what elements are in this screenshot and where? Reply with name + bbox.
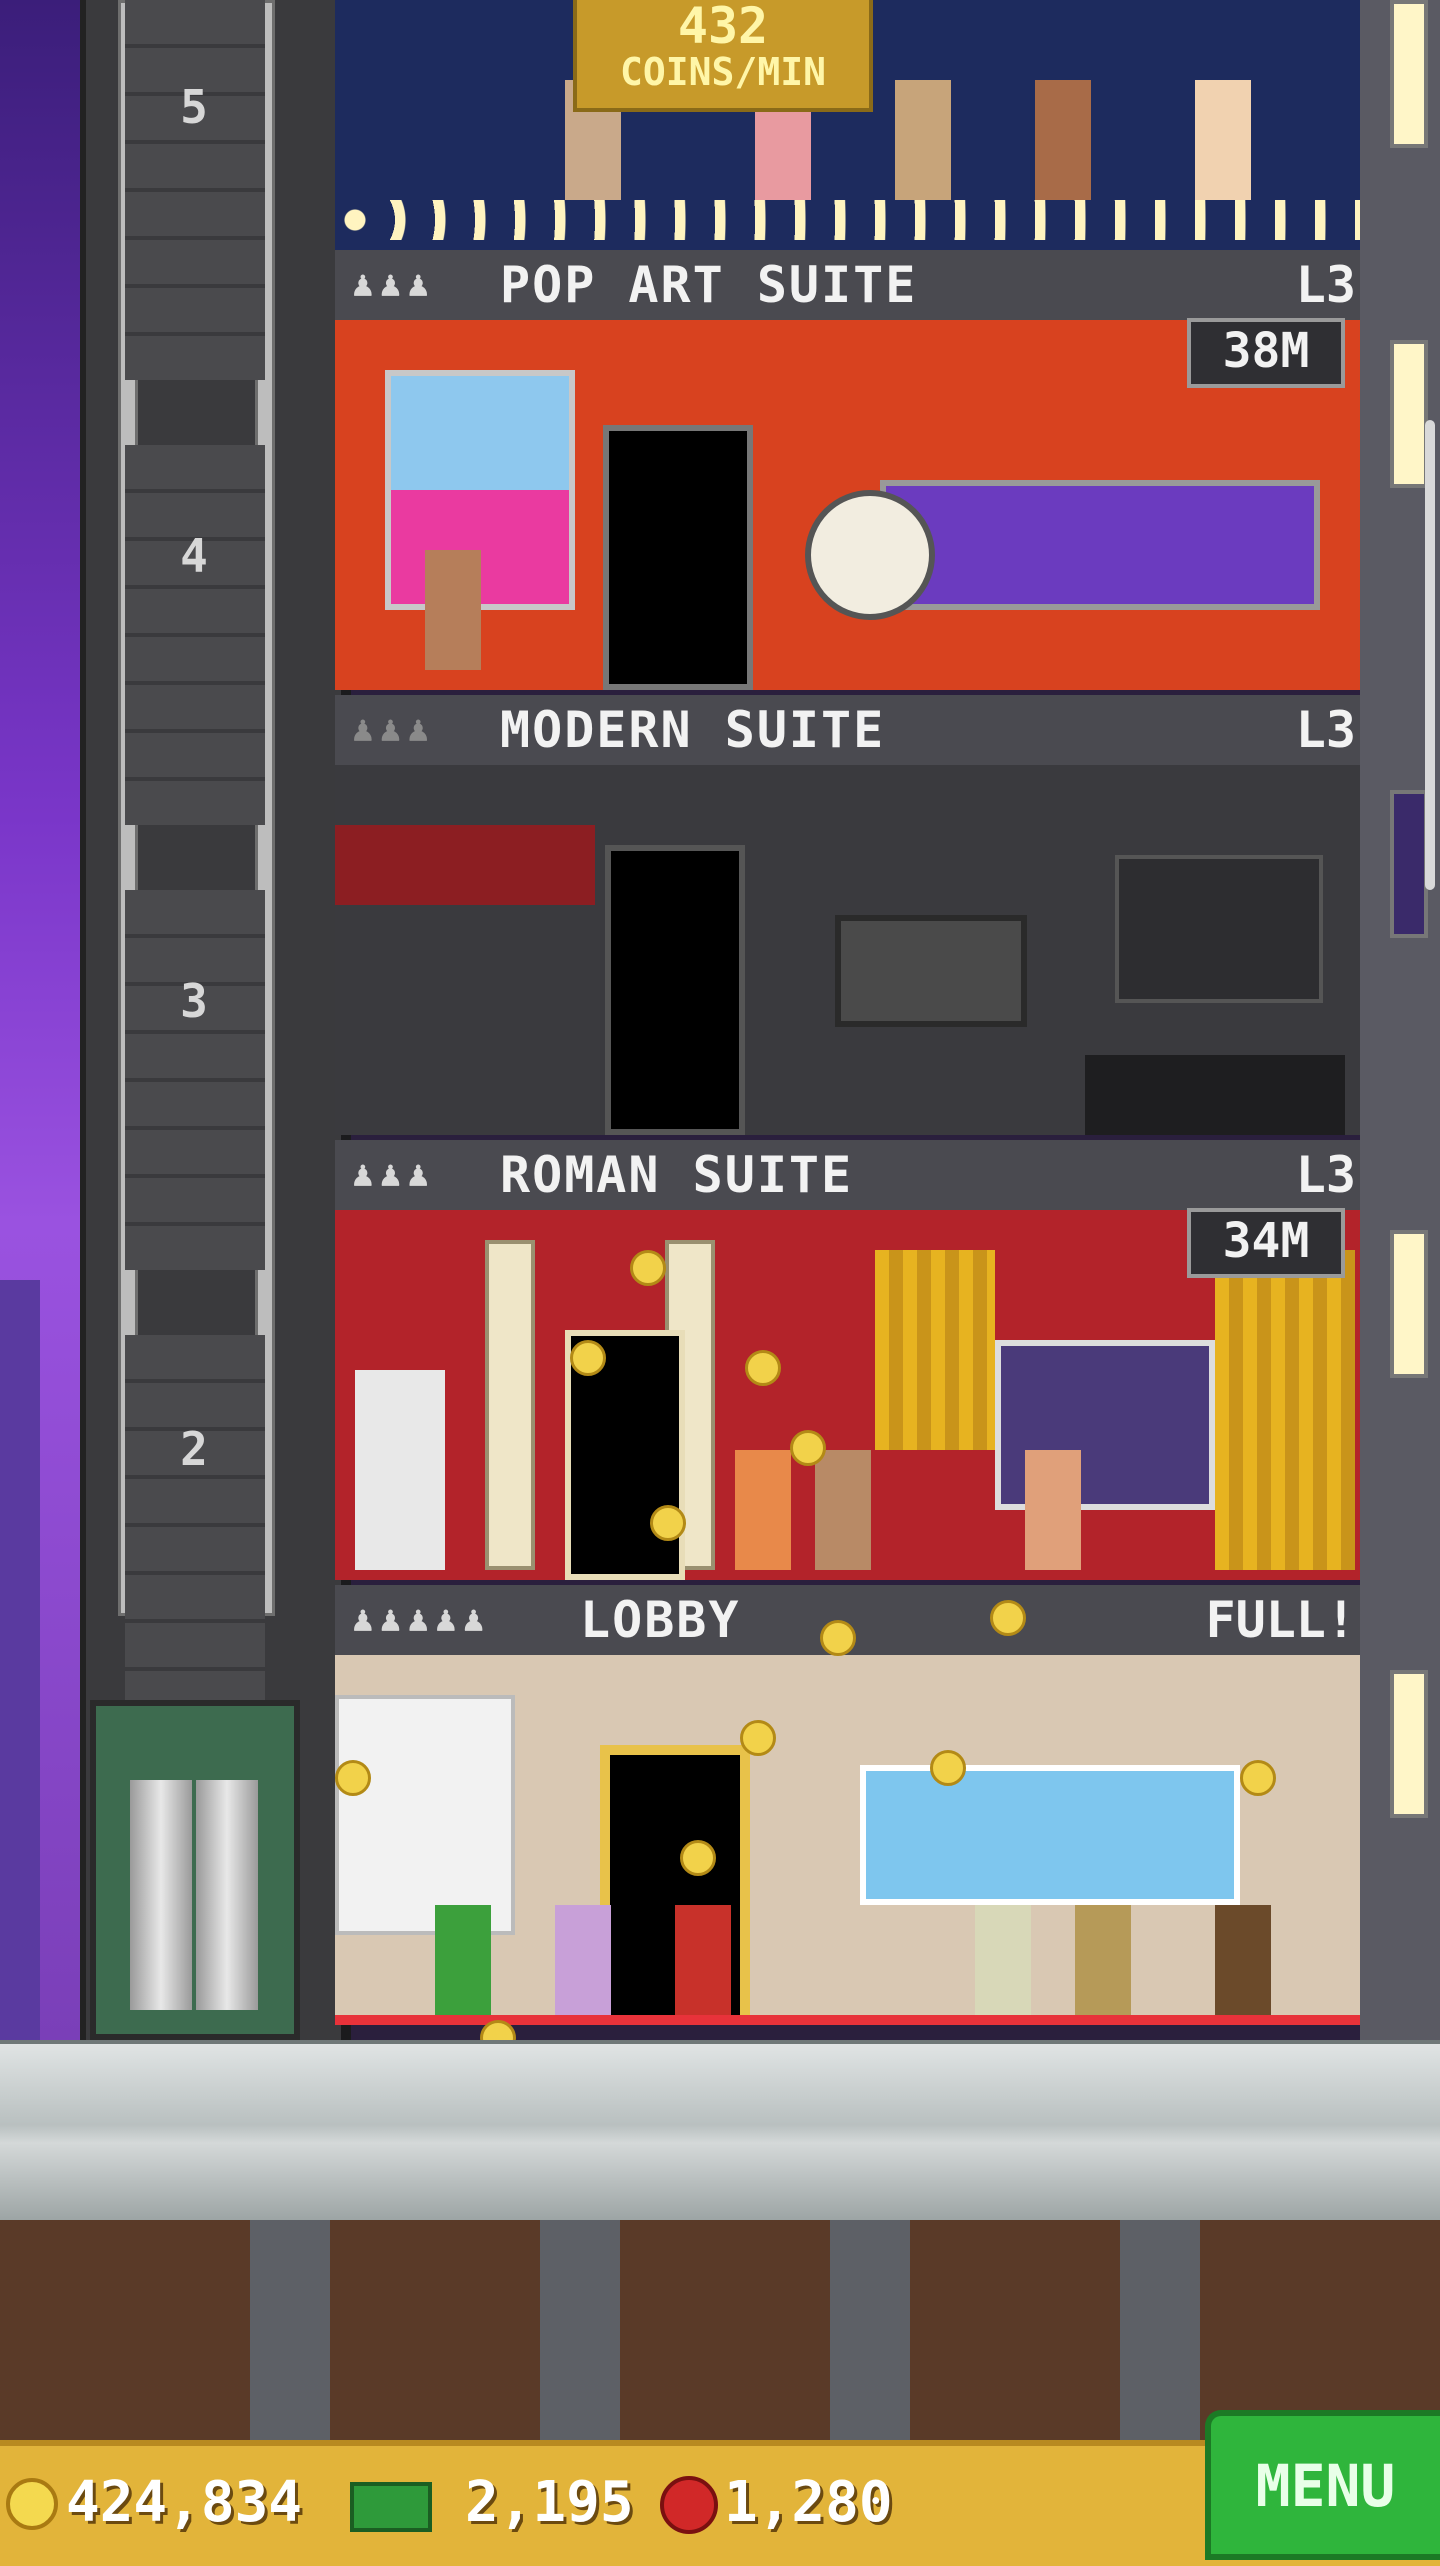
aquarium: [860, 1765, 1240, 1905]
floor-level: L3: [1295, 701, 1356, 759]
red-wall-panel: [335, 825, 595, 905]
floor-name: ROMAN SUITE: [500, 1146, 854, 1204]
bitizen[interactable]: [1215, 1905, 1271, 2025]
purple-sofa: [880, 480, 1320, 610]
gem-icon: [660, 2476, 718, 2534]
coin-icon[interactable]: [820, 1620, 856, 1656]
bitizen[interactable]: [1075, 1905, 1131, 2025]
gold-curtain: [1215, 1250, 1355, 1570]
marble-statue: [355, 1370, 445, 1570]
person-icon: ♟♟♟: [352, 709, 436, 750]
coins-rate-value: 432: [677, 0, 769, 55]
shaft-floor-number: 4: [180, 529, 208, 583]
bitizen[interactable]: [735, 1450, 791, 1570]
window-light: [1390, 0, 1428, 148]
shaft-floor-number: 2: [180, 1422, 208, 1476]
coins-count[interactable]: 424,834: [66, 2458, 302, 2548]
coin-icon[interactable]: [745, 1350, 781, 1386]
elevator-car[interactable]: [90, 1700, 300, 2040]
gold-curtain: [875, 1250, 995, 1450]
elevator-door-left: [130, 1780, 192, 2010]
coin-icon[interactable]: [990, 1600, 1026, 1636]
bitizen[interactable]: [895, 80, 951, 200]
bux-count[interactable]: 2,195: [465, 2458, 634, 2548]
scroll-indicator[interactable]: [1425, 420, 1435, 890]
floor-name: MODERN SUITE: [500, 701, 886, 759]
basement-pillar: [540, 2220, 620, 2440]
bitizen[interactable]: [1035, 80, 1091, 200]
egg-chair: [805, 490, 935, 620]
coin-icon[interactable]: [930, 1750, 966, 1786]
tv-screen: [835, 915, 1027, 1027]
coin-icon[interactable]: [570, 1340, 606, 1376]
floor-level: L3: [1295, 256, 1356, 314]
coin-icon[interactable]: [740, 1720, 776, 1756]
city-skyline: [0, 1280, 40, 2040]
coin-icon: [6, 2478, 58, 2530]
coin-icon[interactable]: [680, 1840, 716, 1876]
floor-level: L3: [1295, 1146, 1356, 1204]
bitizen[interactable]: [815, 1450, 871, 1570]
elevator-door-right: [196, 1780, 258, 2010]
lobby-room[interactable]: [335, 1655, 1360, 2025]
marquee-lights: [335, 200, 1360, 240]
stock-tag: 34M: [1187, 1208, 1345, 1278]
shaft-floor-number: 5: [180, 80, 208, 134]
bed: [1085, 1055, 1345, 1135]
menu-button[interactable]: MENU: [1205, 2410, 1440, 2560]
modern-suite-room[interactable]: [335, 765, 1360, 1135]
floor-name: LOBBY: [580, 1591, 741, 1649]
ground-slab: [0, 2040, 1440, 2224]
floor-name: POP ART SUITE: [500, 256, 918, 314]
bitizen[interactable]: [555, 1905, 611, 2025]
shaft-panel: [125, 0, 265, 380]
bitizen[interactable]: [975, 1905, 1031, 2025]
doorway: [603, 425, 753, 690]
basement-pillar: [830, 2220, 910, 2440]
bookshelf: [1115, 855, 1323, 1003]
shaft-panel: [125, 445, 265, 825]
coin-icon[interactable]: [1240, 1760, 1276, 1796]
window-light: [1390, 1230, 1428, 1378]
basement-pillar: [250, 2220, 330, 2440]
person-icon: ♟♟♟♟♟: [352, 1599, 491, 1640]
window-light: [1390, 1670, 1428, 1818]
coin-icon[interactable]: [790, 1430, 826, 1466]
basement-pillar: [1120, 2220, 1200, 2440]
floor-level: FULL!: [1205, 1591, 1356, 1649]
shaft-floor-number: 3: [180, 974, 208, 1028]
coin-icon[interactable]: [335, 1760, 371, 1796]
bitizen[interactable]: [1025, 1450, 1081, 1570]
person-icon: ♟♟♟: [352, 264, 436, 305]
coin-icon[interactable]: [650, 1505, 686, 1541]
wall-art: [335, 1695, 515, 1935]
underground-basement: [0, 2220, 1440, 2440]
window-light: [1390, 340, 1428, 488]
stock-tag: 38M: [1187, 318, 1345, 388]
bitizen[interactable]: [435, 1905, 491, 2025]
shaft-panel: [125, 890, 265, 1270]
gems-count[interactable]: 1,280: [724, 2458, 893, 2548]
shaft-panel: [125, 1335, 265, 1715]
doorway: [605, 845, 745, 1135]
bitizen[interactable]: [1195, 80, 1251, 200]
bux-icon: [350, 2482, 432, 2532]
coins-rate-unit: COINS/MIN: [620, 50, 826, 94]
coins-per-minute-banner: 432 COINS/MIN: [573, 0, 873, 112]
window-dark: [1390, 790, 1428, 938]
person-icon: ♟♟♟: [352, 1154, 436, 1195]
roman-pillar: [485, 1240, 535, 1570]
doorman[interactable]: [675, 1905, 731, 2025]
coin-icon[interactable]: [630, 1250, 666, 1286]
bitizen[interactable]: [425, 550, 481, 670]
